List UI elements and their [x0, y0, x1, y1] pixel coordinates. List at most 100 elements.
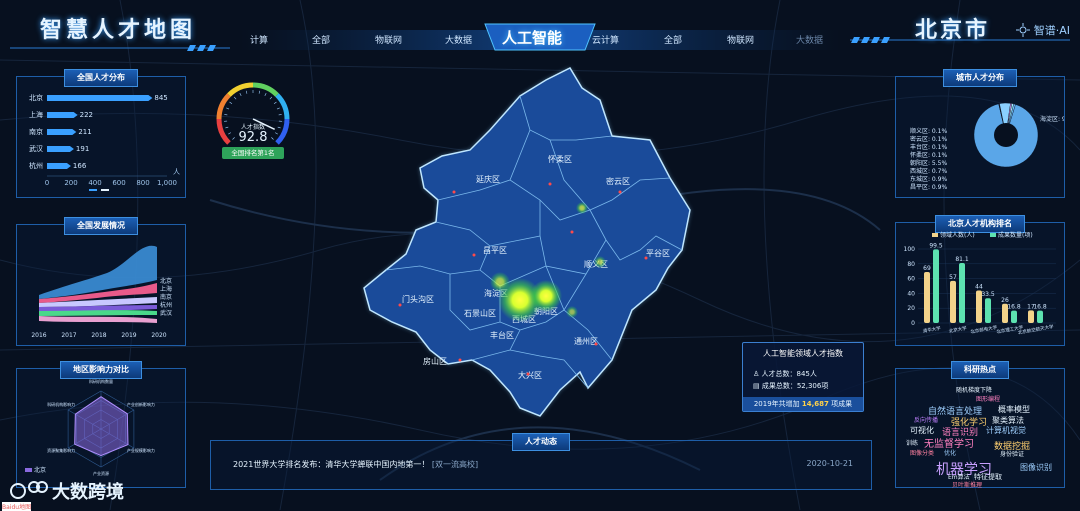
news-item[interactable]: 2021世界大学排名发布：清华大学蝉联中国内地第一！ [双一流高校]	[233, 459, 478, 470]
topic-word[interactable]: 图像分类	[910, 448, 934, 457]
talent-total: 人才总数：845人	[762, 370, 817, 378]
legend-entry: 武汉	[160, 309, 172, 317]
district-label: 丰台区	[490, 330, 514, 340]
topic-word[interactable]: 图像识别	[1020, 462, 1052, 473]
output-total: 成果总数：52,306项	[762, 382, 829, 390]
gauge-tick	[274, 102, 276, 104]
radar-axis-label: 资源聚集影响力	[47, 447, 75, 453]
x-tick-label: 2018	[91, 332, 106, 339]
x-category-label: 清华大学	[922, 324, 941, 334]
topic-word[interactable]: 概率模型	[998, 404, 1030, 415]
bar-category-label: 南京	[29, 127, 43, 136]
legend-swatch	[932, 233, 938, 237]
legend-swatch	[25, 468, 32, 472]
district-label: 大兴区	[518, 370, 542, 380]
bar	[1037, 311, 1043, 323]
document-icon: ▤	[753, 382, 762, 390]
x-tick-label: 400	[88, 179, 101, 187]
gauge-tick	[230, 102, 232, 104]
bar-value-label: 81.1	[955, 256, 969, 263]
bar	[47, 112, 78, 118]
bar-value-label: 191	[76, 145, 89, 153]
topic-word[interactable]: 贝叶斯推理	[952, 480, 982, 489]
bar	[985, 298, 991, 323]
panel-title: 人才动态	[512, 433, 570, 451]
district-label: 房山区	[423, 356, 447, 366]
y-tick-label: 0	[911, 320, 915, 327]
footer-suffix: 项成果	[831, 400, 852, 408]
bar	[47, 129, 76, 135]
pager-dot-active	[89, 189, 97, 191]
tab-bigdata-2[interactable]: 大数据	[796, 33, 823, 46]
footer-prefix: 2019年共增加	[754, 400, 800, 408]
bar-value-label: 211	[78, 128, 91, 136]
bar-value-label: 16.8	[1007, 304, 1021, 311]
district-label: 石景山区	[464, 308, 496, 318]
topic-word[interactable]: 训练	[906, 438, 918, 447]
topic-word[interactable]: 身份验证	[1000, 449, 1024, 458]
pie-label: 海淀区: 91...	[1040, 115, 1064, 123]
radar-axis-label: 产业资源	[93, 470, 109, 476]
legend-entry: 北京	[160, 277, 172, 285]
hot-topics-panel: 科研热点 随机梯度下降图形编程自然语言处理概率模型反向传播强化学习聚类算法可视化…	[895, 368, 1065, 488]
tab-cloud[interactable]: 云计算	[592, 33, 619, 46]
x-category-label: 北京大学	[948, 324, 967, 334]
watermark-icon	[8, 479, 48, 503]
legend-entry: 杭州	[160, 301, 172, 309]
area-stream	[39, 246, 157, 323]
bar	[1011, 311, 1017, 323]
topic-word[interactable]: 随机梯度下降	[956, 385, 992, 394]
tab-all-1[interactable]: 全部	[312, 33, 330, 46]
y-tick-label: 80	[907, 261, 915, 268]
bar	[924, 272, 930, 323]
topic-word[interactable]: 图形编程	[976, 394, 1000, 403]
national-distribution-chart: 北京845上海222南京211武汉191杭州16602004006008001,…	[17, 77, 185, 197]
watermark-logo: 大数跨境	[8, 478, 124, 504]
city-pie-chart: 海淀区: 91...顺义区: 0.1%密云区: 0.1%丰台区: 0.1%怀柔区…	[896, 77, 1064, 197]
legend-label: 领域人数(人)	[940, 231, 975, 239]
pie-label: 密云区: 0.1%	[910, 135, 947, 143]
pie-label: 朝阳区: 5.5%	[910, 159, 947, 167]
tab-ai[interactable]: 人工智能	[502, 27, 562, 48]
topic-word[interactable]: 反向传播	[914, 415, 938, 424]
news-headline[interactable]: 2021世界大学排名发布：清华大学蝉联中国内地第一！	[233, 460, 429, 469]
x-tick-label: 2020	[151, 332, 166, 339]
bar	[47, 163, 71, 169]
gauge-arc-segment	[229, 85, 253, 95]
tab-bigdata-1[interactable]: 大数据	[445, 33, 472, 46]
series-area-wuhan	[39, 310, 157, 316]
bar	[47, 146, 74, 152]
radar-axis-label: 产业创新影响力	[127, 401, 155, 407]
x-tick-label: 2016	[31, 332, 46, 339]
district-label: 怀柔区	[548, 154, 572, 164]
bar-value-label: 69	[923, 265, 931, 272]
bar	[47, 95, 152, 101]
bar-category-label: 杭州	[29, 161, 43, 170]
pie-label: 昌平区: 0.9%	[910, 184, 947, 191]
topic-word[interactable]: 优化	[944, 448, 956, 457]
x-category-label: 北京航空航天大学	[1017, 323, 1054, 336]
bar	[959, 263, 965, 323]
pie-label: 怀柔区: 0.1%	[910, 151, 947, 159]
output-total-row: ▤ 成果总数：52,306项	[753, 381, 828, 391]
region-compare-panel: 地区影响力对比 科研机构数量产业创新影响力产业规模影响力产业资源资源聚集影响力科…	[16, 368, 186, 488]
gauge-tick	[277, 108, 280, 109]
talent-news-panel: 人才动态 2021世界大学排名发布：清华大学蝉联中国内地第一！ [双一流高校] …	[210, 440, 872, 490]
gauge-tick	[259, 91, 260, 94]
topic-word[interactable]: 计算机视觉	[986, 425, 1026, 436]
brand-icon	[1016, 23, 1030, 37]
tab-iot-1[interactable]: 物联网	[375, 33, 402, 46]
series-area-other	[39, 316, 157, 323]
gauge-tick	[270, 97, 272, 99]
district-label: 密云区	[606, 176, 630, 186]
tab-all-2[interactable]: 全部	[664, 33, 682, 46]
bar-value-label: 845	[154, 94, 167, 102]
tab-iot-2[interactable]: 物联网	[727, 33, 754, 46]
news-date: 2020-10-21	[807, 459, 854, 468]
legend-entry: 上海	[160, 285, 172, 293]
tab-compute[interactable]: 计算	[250, 33, 268, 46]
institution-ranking-panel: 北京人才机构排名 020406080100领域人数(人)6957442617成果…	[895, 222, 1065, 346]
x-tick-label: 0	[45, 179, 49, 187]
legend-label: 成果数量(项)	[998, 231, 1033, 239]
radar-axis-label: 产业规模影响力	[127, 447, 155, 453]
